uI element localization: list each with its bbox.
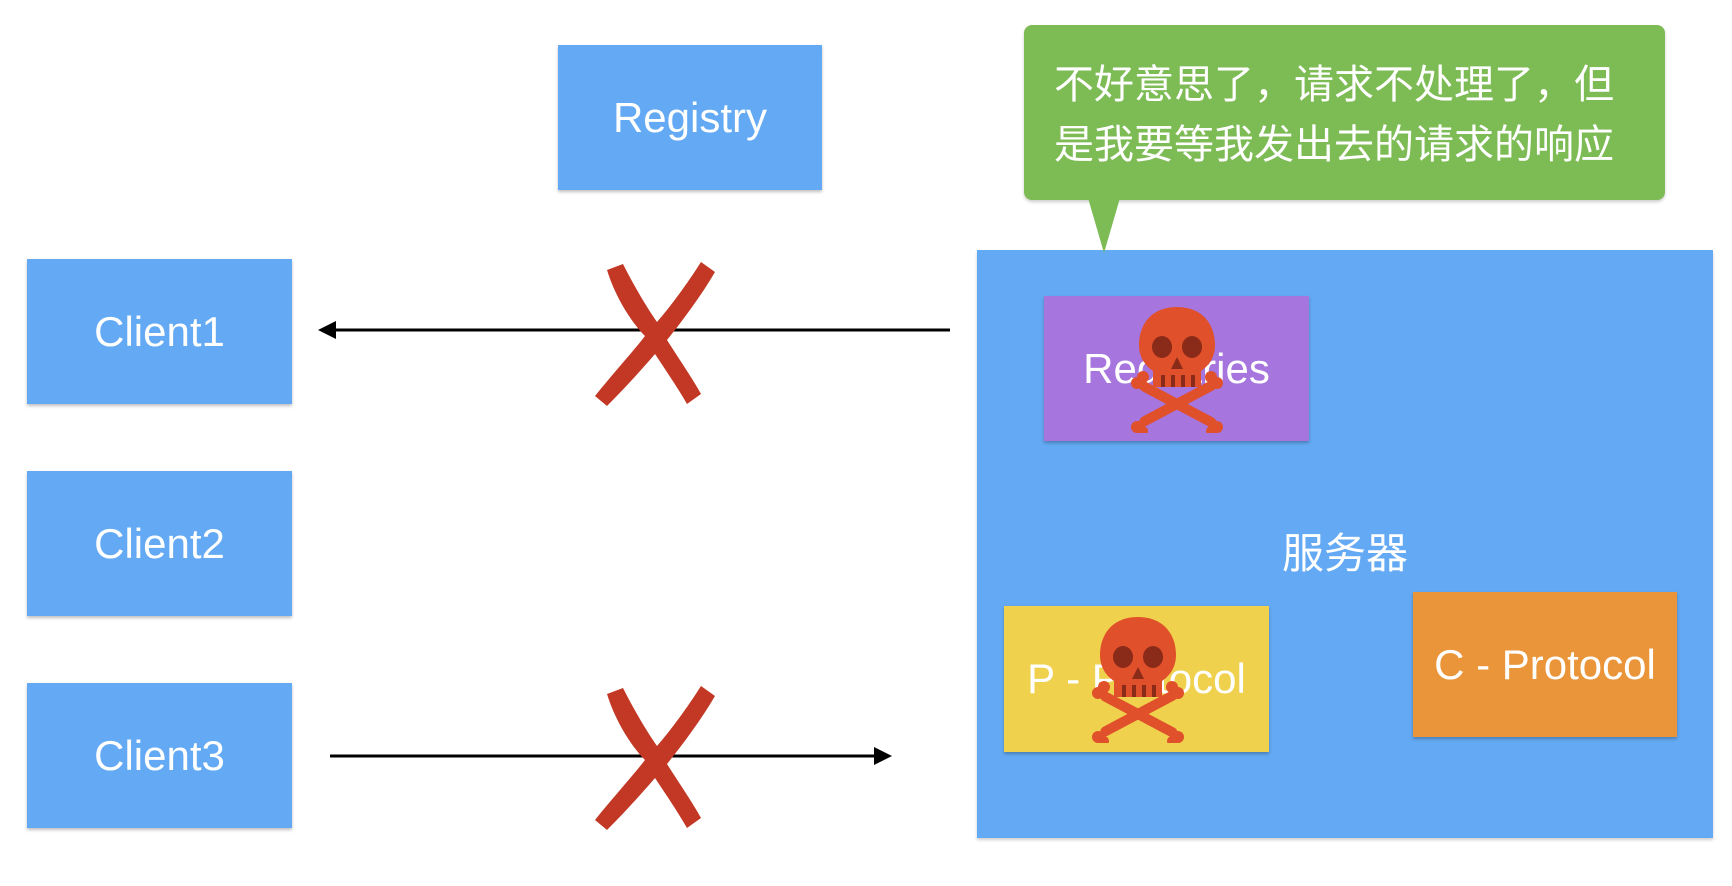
cross-icon <box>595 686 715 830</box>
skull-crossbones-icon <box>1092 617 1184 743</box>
connector-layer <box>318 262 950 830</box>
arrow-left-icon <box>318 321 950 339</box>
cross-icon <box>595 262 715 406</box>
arrow-right-icon <box>330 747 892 765</box>
skull-crossbones-icon <box>1131 307 1223 433</box>
